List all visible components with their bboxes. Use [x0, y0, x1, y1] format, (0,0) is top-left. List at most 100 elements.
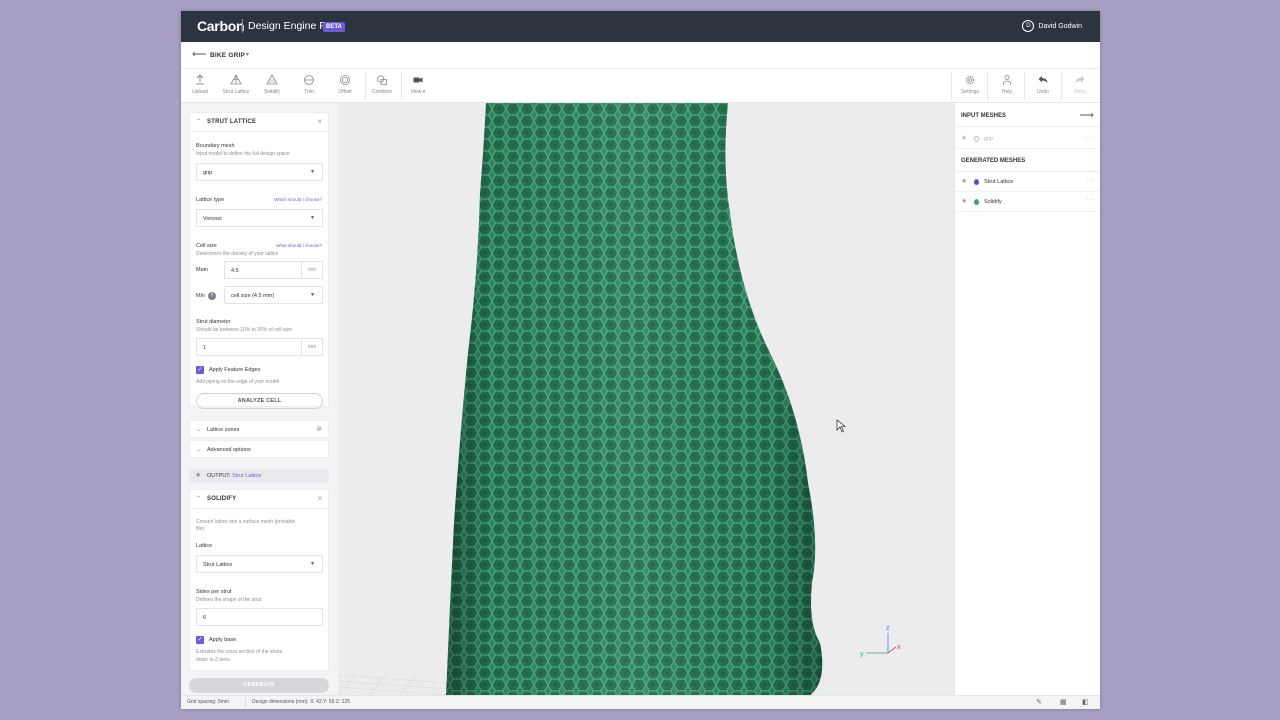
redo-icon: [1075, 76, 1085, 83]
row-title: Lattice zones: [207, 427, 240, 433]
select-value: Voronoi: [203, 216, 222, 222]
sides-input[interactable]: 6: [196, 608, 323, 626]
min-cell-select[interactable]: cell size (4.5 mm) ▼: [224, 286, 323, 304]
tool-label: Redo: [1074, 89, 1086, 95]
eye-icon[interactable]: ◉: [962, 198, 966, 204]
select-value: grip: [203, 170, 213, 176]
chevron-up-icon[interactable]: ⌃: [196, 118, 201, 125]
boundary-label: Boundary mesh: [196, 143, 235, 149]
3d-viewport[interactable]: z y x: [338, 103, 954, 697]
grid-spacing: Grid spacing: 5mm: [187, 699, 229, 705]
more-icon[interactable]: ···: [1087, 197, 1095, 203]
tool-redo[interactable]: Redo: [1062, 69, 1098, 103]
brand-logo: Carbon: [197, 18, 245, 34]
tool-undo[interactable]: Undo: [1025, 69, 1061, 103]
tool-settings[interactable]: Settings: [952, 69, 988, 103]
chevron-down-icon: ⌄: [196, 427, 202, 433]
output-row[interactable]: ◉ OUTPUT: Strut Lattice: [189, 469, 329, 483]
section-title: GENERATED MESHES: [961, 158, 1026, 164]
generate-button[interactable]: GENERATE: [189, 678, 329, 693]
help-icon[interactable]: ?: [208, 292, 216, 300]
boundary-select[interactable]: grip ▼: [196, 163, 323, 181]
tool-label: Offset: [338, 89, 352, 95]
unit-label: mm: [301, 262, 322, 278]
advanced-options-row[interactable]: ⌄ Advanced options: [189, 440, 329, 458]
lattice-icon: [230, 74, 242, 85]
solidify-header[interactable]: ⌃ SOLIDIFY ×: [190, 490, 328, 509]
user-menu[interactable]: D David Godwin: [1022, 20, 1082, 32]
mesh-name: grip: [984, 136, 994, 142]
tool-solidify[interactable]: Solidify: [254, 69, 290, 103]
eye-icon[interactable]: ◉: [196, 472, 200, 478]
input-value: 4.5: [231, 268, 239, 274]
more-icon[interactable]: ···: [1087, 134, 1095, 140]
card-title: STRUT LATTICE: [207, 119, 257, 125]
add-zone-icon[interactable]: ⊕: [316, 425, 322, 433]
tool-upload[interactable]: Upload: [182, 69, 218, 103]
lattice-type-label: Lattice type: [196, 197, 225, 203]
trim-icon: [304, 75, 314, 85]
tool-label: Help: [1001, 89, 1013, 95]
generated-meshes-header: GENERATED MESHES: [955, 150, 1100, 172]
mesh-item-strut-lattice[interactable]: ◉ Strut Lattice ···: [955, 172, 1100, 192]
main-label: Main: [196, 267, 208, 273]
mesh-item-grip[interactable]: ◉ grip ···: [955, 129, 1100, 149]
close-icon[interactable]: ×: [317, 117, 322, 126]
camera-icon: [413, 77, 423, 83]
toolbar-divider: [987, 72, 988, 100]
cell-size-label: Cell size: [196, 243, 217, 249]
tool-combine[interactable]: Combine: [364, 69, 400, 103]
mesh-color-icon: [974, 179, 979, 185]
project-caret-icon[interactable]: ▾: [246, 51, 249, 58]
more-icon[interactable]: ···: [1087, 177, 1095, 183]
right-panel: INPUT MESHES ⟶ ◉ grip ··· GENERATED MESH…: [954, 103, 1100, 697]
back-arrow-icon[interactable]: ⟵: [192, 49, 206, 60]
chevron-up-icon[interactable]: ⌃: [196, 495, 201, 502]
design-dimensions: Design dimensions (mm): X: 42 Y: 59 Z: 1…: [252, 699, 351, 705]
status-bar: Grid spacing: 5mm Design dimensions (mm)…: [181, 695, 1100, 709]
tool-view[interactable]: View ▾: [400, 69, 436, 103]
input-value: 1: [203, 345, 207, 351]
eye-icon[interactable]: ◉: [962, 178, 966, 184]
sides-desc: Defines the shape of the strut: [196, 597, 262, 603]
tool-label: Undo: [1037, 89, 1049, 95]
tool-label: Settings: [960, 89, 980, 95]
close-icon[interactable]: ×: [317, 494, 322, 503]
tool-help[interactable]: Help: [989, 69, 1025, 103]
collapse-arrow-icon[interactable]: ⟶: [1080, 110, 1094, 121]
panel-toggle-icon[interactable]: ◧: [1082, 698, 1089, 706]
solidify-card: ⌃ SOLIDIFY × Convert lattice into a surf…: [189, 489, 329, 671]
lattice-type-help-link[interactable]: Which should I choose?: [274, 197, 322, 202]
tool-label: Trim: [304, 89, 314, 95]
main-cell-input[interactable]: 4.5 mm: [224, 261, 323, 279]
lattice-zones-row[interactable]: ⌄ Lattice zones ⊕: [189, 420, 329, 438]
tool-label: Upload: [192, 89, 208, 95]
mesh-item-solidify[interactable]: ◉ Solidify ···: [955, 192, 1100, 212]
pencil-icon[interactable]: ✎: [1036, 698, 1042, 706]
project-name[interactable]: BIKE GRIP: [210, 52, 245, 59]
upload-icon: [196, 74, 204, 85]
tool-trim[interactable]: Trim: [291, 69, 327, 103]
apply-base-desc-line2: down to Z-zero.: [196, 657, 231, 663]
cell-size-help-link[interactable]: What should I choose?: [276, 243, 322, 248]
apply-base-checkbox[interactable]: ✓: [196, 636, 204, 644]
tool-strut-lattice[interactable]: Strut Lattice: [218, 69, 254, 103]
lattice-select[interactable]: Strut Lattice ▼: [196, 555, 323, 573]
strut-lattice-header[interactable]: ⌃ STRUT LATTICE ×: [190, 113, 328, 132]
lattice-type-select[interactable]: Voronoi ▼: [196, 209, 323, 227]
feature-edges-checkbox[interactable]: ✓: [196, 366, 204, 374]
status-divider: [245, 698, 246, 708]
eye-icon[interactable]: ◉: [962, 135, 966, 141]
analyze-cell-button[interactable]: ANALYZE CELL: [196, 393, 323, 409]
layout-grid-icon[interactable]: ▦: [1060, 698, 1067, 706]
feature-edges-label: Apply Feature Edges: [209, 367, 261, 373]
tool-offset[interactable]: Offset: [327, 69, 363, 103]
lattice-label: Lattice: [196, 543, 213, 549]
app-window: Carbon Design Engine Pro BETA D David Go…: [181, 11, 1100, 709]
chevron-down-icon: ⌄: [196, 447, 202, 453]
input-value: 6: [203, 615, 207, 621]
strut-diameter-input[interactable]: 1 mm: [196, 338, 323, 356]
select-value: Strut Lattice: [203, 562, 233, 568]
row-title: Advanced options: [207, 447, 251, 453]
strut-diameter-desc: Should be between 10% to 30% of cell siz…: [196, 327, 292, 333]
